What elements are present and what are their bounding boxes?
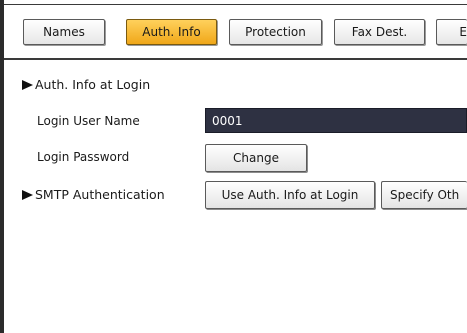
login-user-name-field[interactable]: 0001 [205, 108, 467, 133]
change-password-button[interactable]: Change [205, 144, 307, 172]
auth-info-at-login-heading-text: Auth. Info at Login [35, 77, 151, 92]
tab-bar-top-border [4, 4, 467, 5]
login-user-name-label: Login User Name [37, 114, 140, 128]
tab-protection[interactable]: Protection [229, 19, 322, 45]
tab-e-truncated[interactable]: E [436, 19, 467, 45]
tab-names[interactable]: Names [23, 19, 105, 45]
triangle-bullet-icon [22, 190, 33, 200]
smtp-authentication-heading: SMTP Authentication [22, 187, 165, 202]
address-book-auth-info-screen: Names Auth. Info Protection Fax Dest. E … [0, 0, 467, 333]
specify-other-auth-button[interactable]: Specify Oth [381, 181, 467, 209]
tab-bar-bottom-border [4, 58, 467, 60]
smtp-authentication-heading-text: SMTP Authentication [35, 187, 165, 202]
triangle-bullet-icon [22, 80, 33, 90]
auth-info-at-login-heading: Auth. Info at Login [22, 77, 150, 92]
use-auth-info-at-login-button[interactable]: Use Auth. Info at Login [205, 181, 375, 209]
login-password-label: Login Password [37, 150, 130, 164]
tab-fax-dest[interactable]: Fax Dest. [334, 19, 425, 45]
tab-auth-info[interactable]: Auth. Info [126, 19, 217, 45]
